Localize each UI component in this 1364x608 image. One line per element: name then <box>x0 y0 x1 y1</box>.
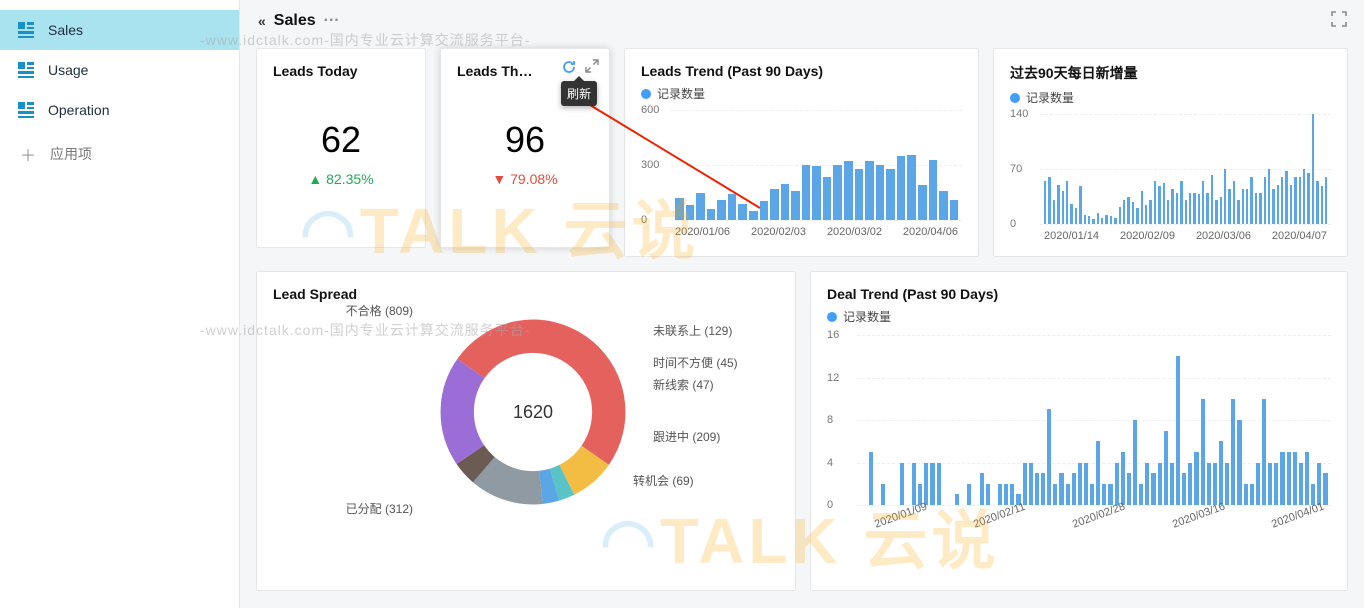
fullscreen-icon[interactable] <box>1330 10 1348 33</box>
x-axis-labels: 2020/01/142020/02/092020/03/062020/04/07 <box>1044 230 1327 242</box>
dashboard-icon <box>18 22 34 38</box>
sidebar: Sales Usage Operation ＋ 应用项 <box>0 0 240 608</box>
dashboard-icon <box>18 62 34 78</box>
main-content: « Sales ··· Leads Today 62 ▲ 82.35% Lead… <box>240 0 1364 608</box>
kpi-delta: ▼ 79.08% <box>457 171 593 187</box>
more-icon[interactable]: ··· <box>324 12 340 30</box>
sidebar-item-usage[interactable]: Usage <box>0 50 239 90</box>
chart-legend: 记录数量 <box>1010 89 1331 106</box>
refresh-tooltip: 刷新 <box>561 81 597 106</box>
x-axis-labels: 2020/01/062020/02/032020/03/022020/04/06 <box>675 226 958 238</box>
sidebar-item-operation[interactable]: Operation <box>0 90 239 130</box>
chart-legend: 记录数量 <box>827 308 1331 325</box>
leads-trend-chart: 6003000 <box>641 110 962 220</box>
daily-new-chart: 140700 <box>1010 114 1331 224</box>
kpi-delta: ▲ 82.35% <box>273 171 409 187</box>
sidebar-item-sales[interactable]: Sales <box>0 10 239 50</box>
x-axis-labels: 2020/01/092020/02/112020/02/282020/03/16… <box>875 519 1327 531</box>
donut-chart: 1620 不合格 (809)未联系上 (129)时间不方便 (45)新线索 (4… <box>273 312 779 512</box>
card-leads-week: Leads Th… 刷新 96 ▼ 79.08% <box>440 48 610 248</box>
kpi-value: 96 <box>457 119 593 161</box>
chart-legend: 记录数量 <box>641 85 962 102</box>
kpi-value: 62 <box>273 119 409 161</box>
page-title: Sales <box>274 12 316 30</box>
card-deal-trend: Deal Trend (Past 90 Days) 记录数量 1612840 2… <box>810 271 1348 591</box>
card-leads-trend: Leads Trend (Past 90 Days) 记录数量 6003000 … <box>624 48 979 257</box>
dashboard-icon <box>18 102 34 118</box>
card-daily-new: 过去90天每日新增量 记录数量 140700 2020/01/142020/02… <box>993 48 1348 257</box>
title-bar: « Sales ··· <box>256 0 1348 42</box>
card-title: 过去90天每日新增量 <box>1010 63 1331 83</box>
plus-icon: ＋ <box>20 142 36 166</box>
card-title: Leads Trend (Past 90 Days) <box>641 63 962 79</box>
deal-trend-chart: 1612840 <box>827 335 1331 505</box>
card-title: Deal Trend (Past 90 Days) <box>827 286 1331 302</box>
sidebar-item-label: Usage <box>48 62 88 78</box>
card-lead-spread: Lead Spread 1620 不合格 (809)未联系上 (129)时间不方… <box>256 271 796 591</box>
row-2: Lead Spread 1620 不合格 (809)未联系上 (129)时间不方… <box>256 271 1348 591</box>
collapse-sidebar-icon[interactable]: « <box>258 13 266 29</box>
card-title: Leads Today <box>273 63 409 79</box>
kpi-row: Leads Today 62 ▲ 82.35% Leads Th… 刷新 96 … <box>256 48 1348 257</box>
expand-icon[interactable] <box>585 59 599 80</box>
card-leads-today: Leads Today 62 ▲ 82.35% <box>256 48 426 248</box>
sidebar-add-label: 应用项 <box>50 144 92 164</box>
sidebar-item-label: Operation <box>48 102 109 118</box>
sidebar-item-label: Sales <box>48 22 83 38</box>
sidebar-add-app[interactable]: ＋ 应用项 <box>0 130 239 178</box>
